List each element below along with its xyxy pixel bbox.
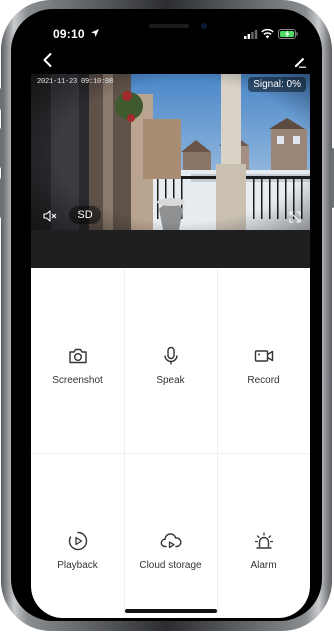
phone-screen: 09:10 2021-11-23 09:10:08 Signal: 0% SD … (31, 20, 310, 618)
alarm-label: Alarm (250, 560, 277, 571)
front-camera (201, 23, 207, 29)
alarm-button[interactable]: Alarm (217, 530, 310, 571)
signal-strength-badge: Signal: 0% (248, 77, 306, 92)
cloud-storage-label: Cloud storage (139, 560, 202, 571)
battery-charging-icon (278, 29, 298, 39)
video-toolbar-strip (31, 230, 310, 268)
record-label: Record (247, 375, 280, 386)
live-video-feed[interactable]: 2021-11-23 09:10:08 Signal: 0% SD (31, 74, 310, 230)
grid-divider (31, 453, 310, 454)
siren-icon (254, 532, 273, 549)
screenshot-label: Screenshot (52, 375, 103, 386)
back-chevron-icon[interactable] (41, 52, 55, 68)
volume-down-button (0, 178, 3, 218)
playback-button[interactable]: Playback (31, 530, 124, 571)
record-button[interactable]: Record (217, 345, 310, 386)
camera-icon (68, 348, 87, 364)
video-quality-toggle[interactable]: SD (69, 206, 101, 224)
home-indicator[interactable] (125, 609, 217, 613)
mute-switch (0, 88, 3, 110)
speaker-muted-icon[interactable] (43, 210, 57, 222)
volume-up-button (0, 128, 3, 168)
video-timestamp: 2021-11-23 09:10:08 (37, 78, 114, 86)
speak-label: Speak (156, 375, 185, 386)
playback-label: Playback (57, 560, 98, 571)
control-grid: Screenshot Speak Record Playback Cloud s… (31, 268, 310, 618)
fullscreen-icon[interactable] (289, 211, 301, 223)
notch-speaker (149, 24, 189, 28)
nav-bar (31, 50, 310, 72)
notch (101, 20, 241, 44)
play-circle-icon (68, 531, 87, 551)
video-camera-icon (254, 350, 273, 362)
cloud-play-icon (160, 533, 181, 549)
wifi-icon (261, 28, 274, 39)
screenshot-button[interactable]: Screenshot (31, 345, 124, 386)
speak-button[interactable]: Speak (124, 345, 217, 386)
microphone-icon (163, 346, 178, 365)
cloud-storage-button[interactable]: Cloud storage (124, 530, 217, 571)
cellular-signal-icon (244, 30, 258, 39)
location-arrow-icon (91, 29, 99, 37)
status-time: 09:10 (53, 27, 85, 41)
edit-pencil-icon[interactable] (293, 54, 307, 68)
status-bar: 09:10 (31, 20, 310, 50)
